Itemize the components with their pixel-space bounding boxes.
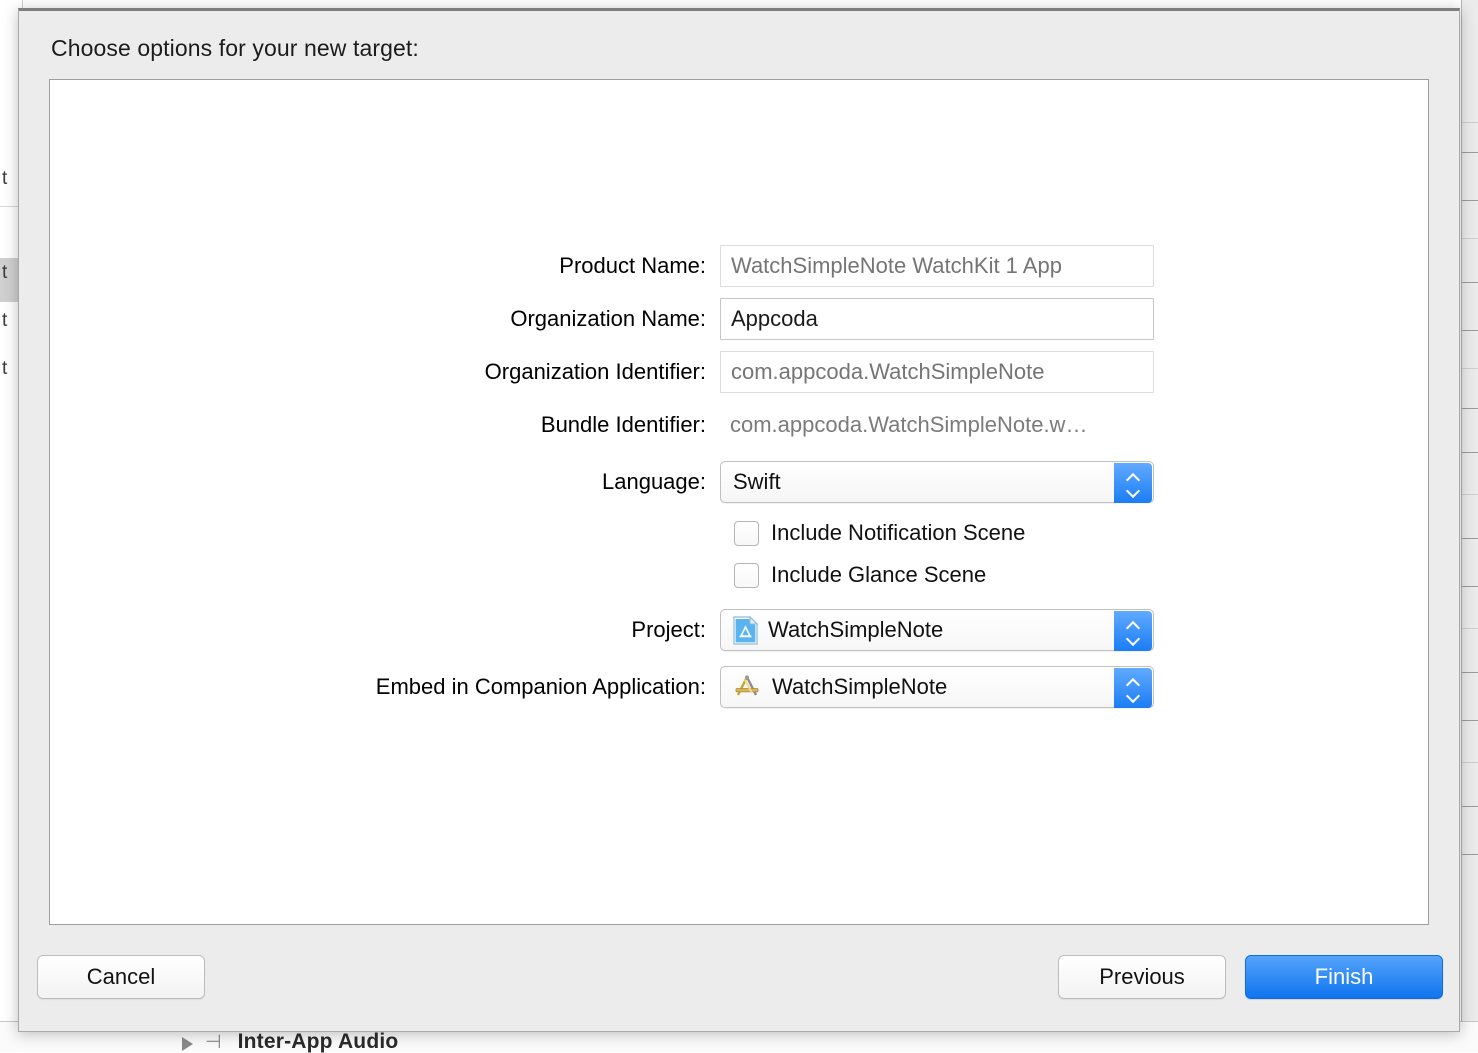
background-capability-label: Inter-App Audio (237, 1030, 399, 1053)
organization-name-input[interactable] (720, 298, 1154, 340)
include-glance-scene-label: Include Glance Scene (771, 562, 987, 587)
include-glance-scene-checkbox[interactable] (734, 562, 759, 588)
product-name-input[interactable] (720, 245, 1154, 287)
xcode-project-document-icon (733, 615, 758, 645)
sheet-footer: Cancel Previous Finish (19, 955, 1461, 1015)
include-notification-scene-label: Include Notification Scene (771, 520, 1026, 545)
embed-companion-application-label: Embed in Companion Application: (375, 674, 706, 699)
embed-companion-application-popup-button[interactable]: WatchSimpleNote (720, 666, 1154, 708)
project-popup-button[interactable]: WatchSimpleNote (720, 609, 1154, 651)
include-glance-scene-row: Include Glance Scene (50, 555, 1428, 595)
chevron-down-icon (1127, 633, 1140, 641)
organization-identifier-row: Organization Identifier: (50, 350, 1428, 394)
background-row-text: t (2, 168, 8, 189)
bundle-identifier-label: Bundle Identifier: (540, 412, 706, 437)
bundle-identifier-value: com.appcoda.WatchSimpleNote.w… (730, 412, 1088, 437)
embed-companion-application-row: Embed in Companion Application: WatchSim… (50, 665, 1428, 709)
language-selected-value: Swift (733, 471, 781, 493)
embed-companion-application-selected-value: WatchSimpleNote (772, 674, 948, 699)
background-row-text: t (2, 310, 8, 331)
background-row-text: t (2, 358, 8, 379)
product-name-row: Product Name: (50, 244, 1428, 288)
new-target-options-sheet: Choose options for your new target: Prod… (18, 8, 1460, 1032)
disclosure-triangle-icon[interactable] (182, 1037, 193, 1051)
bundle-identifier-row: Bundle Identifier: com.appcoda.WatchSimp… (50, 403, 1428, 447)
background-row-text: t (2, 262, 8, 283)
organization-identifier-label: Organization Identifier: (484, 359, 706, 384)
embed-companion-application-popup-stepper-icon[interactable] (1114, 668, 1152, 708)
organization-identifier-input[interactable] (720, 351, 1154, 393)
project-selected-value: WatchSimpleNote (768, 617, 944, 642)
organization-name-row: Organization Name: (50, 297, 1428, 341)
language-popup-button[interactable]: Swift (720, 461, 1154, 503)
product-name-label: Product Name: (559, 253, 706, 278)
include-notification-scene-row: Include Notification Scene (50, 513, 1428, 553)
project-row: Project: WatchSimpleNote (50, 608, 1428, 652)
project-label: Project: (631, 617, 706, 642)
chevron-up-icon (1127, 622, 1140, 630)
cancel-button[interactable]: Cancel (37, 955, 205, 999)
sheet-title: Choose options for your new target: (51, 35, 419, 61)
language-popup-stepper-icon[interactable] (1114, 463, 1152, 503)
chevron-down-icon (1127, 690, 1140, 698)
xcode-app-icon (733, 674, 762, 700)
include-notification-scene-checkbox[interactable] (734, 520, 759, 546)
chevron-up-icon (1127, 474, 1140, 482)
organization-name-label: Organization Name: (510, 306, 706, 331)
previous-button[interactable]: Previous (1058, 955, 1226, 999)
target-options-form: Product Name: Organization Name: Organiz… (50, 244, 1428, 718)
project-popup-stepper-icon[interactable] (1114, 611, 1152, 651)
options-content-panel: Product Name: Organization Name: Organiz… (49, 79, 1429, 925)
toggle-switch-icon[interactable]: ⊣ (205, 1033, 222, 1052)
language-row: Language: Swift (50, 460, 1428, 504)
language-label: Language: (602, 469, 706, 494)
chevron-up-icon (1127, 679, 1140, 687)
background-table-right-edge (1461, 0, 1478, 1052)
chevron-down-icon (1127, 485, 1140, 493)
finish-button[interactable]: Finish (1245, 955, 1443, 999)
